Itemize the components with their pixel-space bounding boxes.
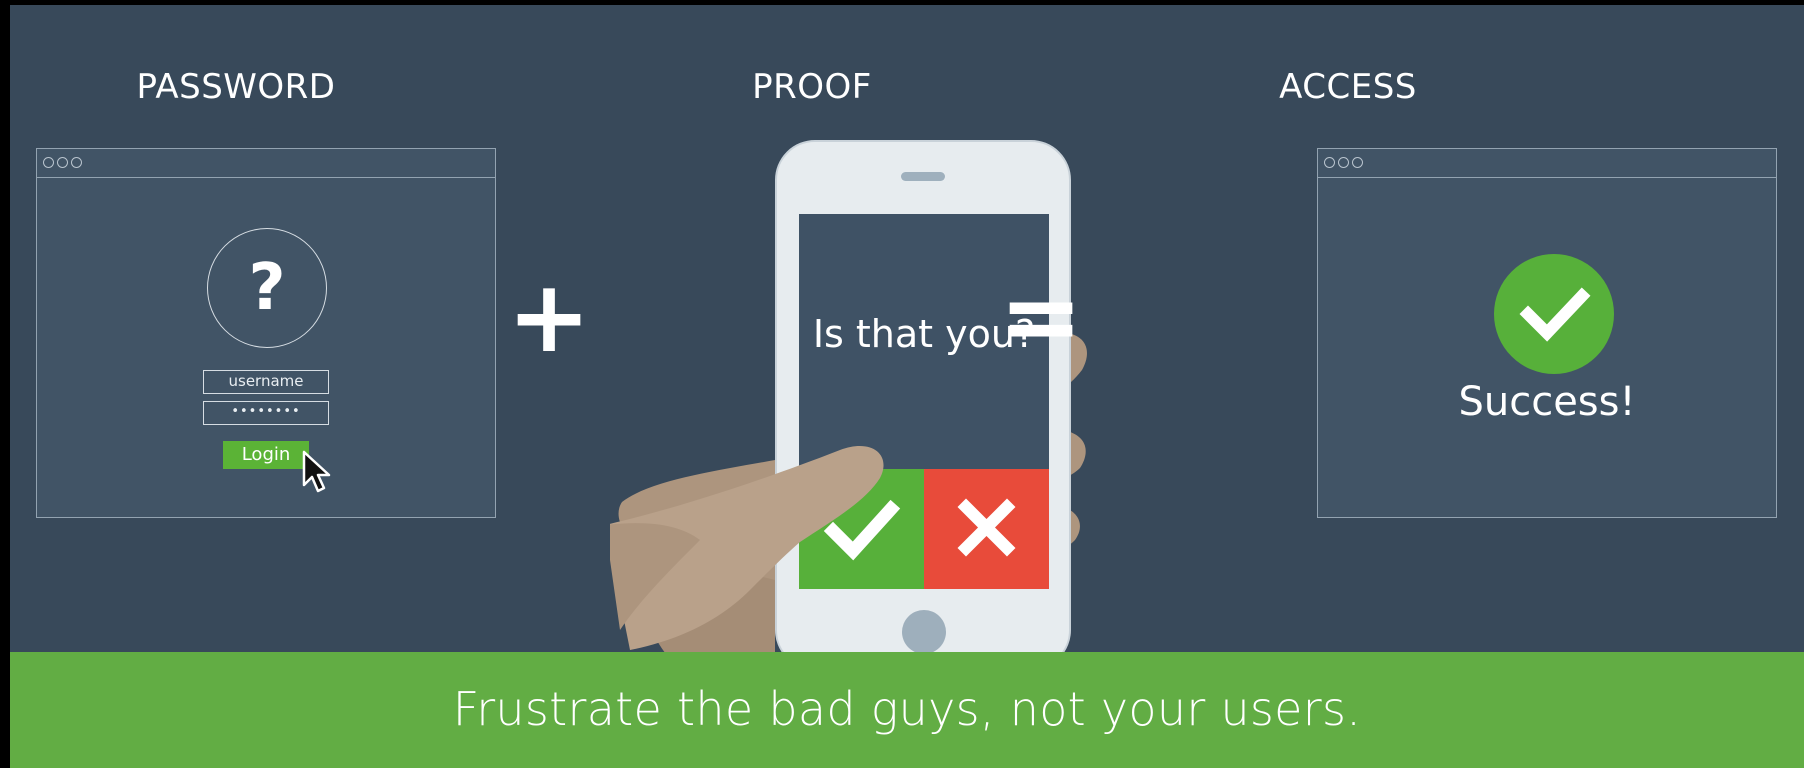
check-icon — [823, 499, 901, 561]
footer-banner: Frustrate the bad guys, not your users. — [10, 652, 1804, 768]
question-icon: ? — [207, 228, 327, 348]
window-titlebar — [37, 149, 495, 178]
access-title: ACCESS — [1279, 67, 1417, 107]
approve-button[interactable] — [799, 469, 924, 589]
login-button[interactable]: Login — [223, 441, 309, 469]
success-check-icon — [1494, 254, 1614, 374]
username-field[interactable]: username — [203, 370, 329, 394]
window-dot-icon — [1352, 157, 1363, 168]
diagram-canvas: PASSWORD PROOF ACCESS ? username •••••••… — [10, 5, 1804, 768]
window-dot-icon — [71, 157, 82, 168]
window-dot-icon — [1324, 157, 1335, 168]
deny-button[interactable] — [924, 469, 1049, 589]
tagline: Frustrate the bad guys, not your users. — [452, 682, 1362, 736]
window-dot-icon — [57, 157, 68, 168]
window-titlebar — [1318, 149, 1776, 178]
phone-illustration: Is that you? — [610, 130, 1110, 670]
access-window: Success! — [1317, 148, 1777, 518]
x-icon — [957, 498, 1016, 557]
plus-operator: + — [507, 258, 591, 375]
password-field[interactable]: •••••••• — [203, 401, 329, 425]
home-button — [902, 610, 946, 654]
proof-title: PROOF — [752, 67, 872, 107]
phone-device: Is that you? — [775, 140, 1071, 670]
success-label: Success! — [1458, 379, 1636, 425]
password-title: PASSWORD — [136, 67, 336, 107]
window-dot-icon — [1338, 157, 1349, 168]
equals-operator: = — [999, 258, 1083, 375]
password-window: ? username •••••••• Login — [36, 148, 496, 518]
window-dot-icon — [43, 157, 54, 168]
cursor-icon — [302, 450, 331, 493]
phone-speaker — [901, 172, 945, 181]
